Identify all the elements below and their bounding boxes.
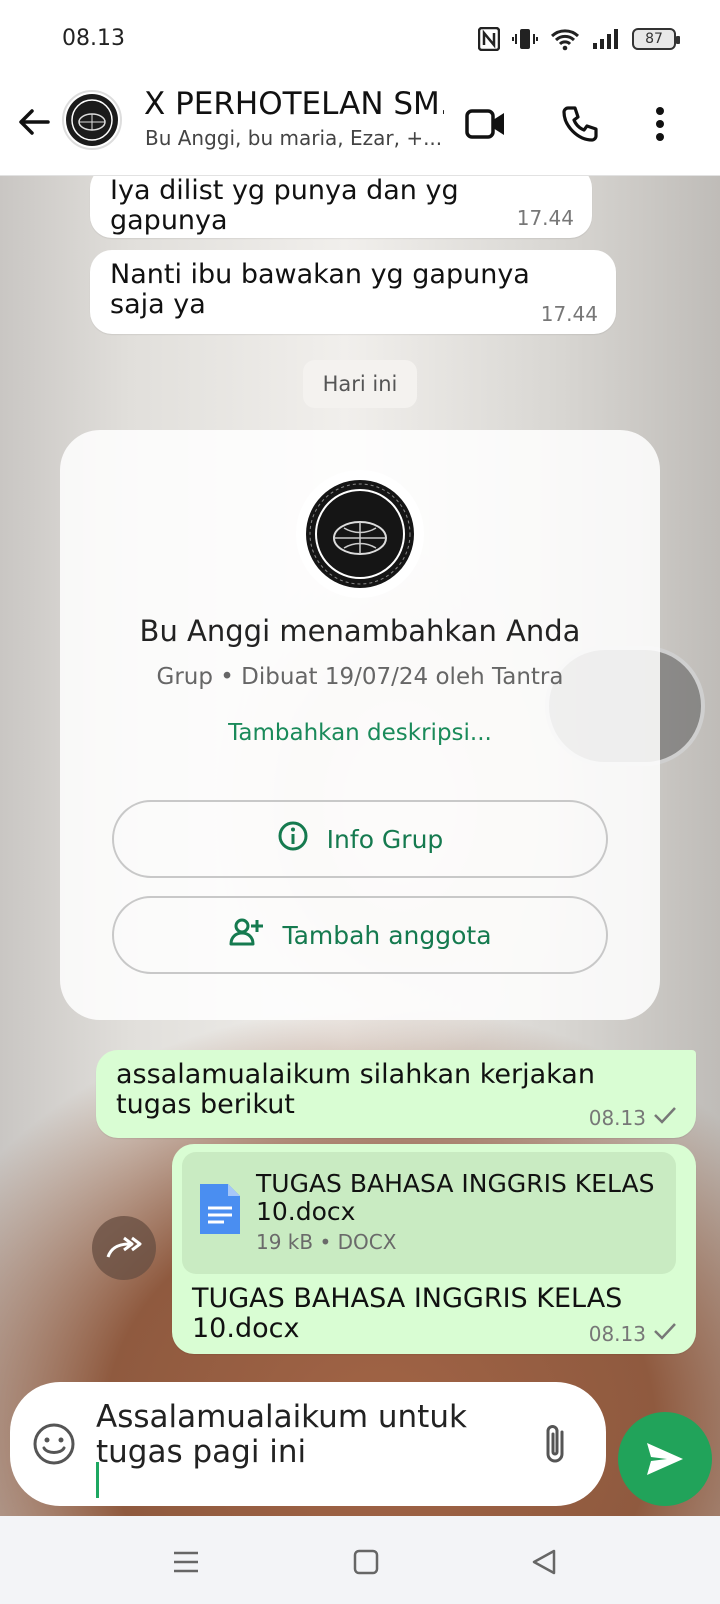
card-title: Bu Anggi menambahkan Anda	[139, 614, 581, 648]
forward-button[interactable]	[92, 1216, 156, 1280]
chat-title[interactable]: X PERHOTELAN SM...	[144, 86, 444, 122]
message-text: Iya dilist yg punya dan yg gapunya	[110, 176, 459, 236]
group-info-button[interactable]: Info Grup	[112, 800, 608, 878]
recents-icon[interactable]	[166, 1542, 206, 1582]
more-options-icon[interactable]	[636, 100, 684, 148]
battery-icon: 87	[632, 28, 680, 50]
info-icon	[277, 820, 309, 858]
message-input[interactable]: Assalamualaikum untuk tugas pagi ini	[96, 1400, 526, 1470]
chat-header: X PERHOTELAN SM... Bu Anggi, bu maria, E…	[0, 78, 720, 176]
document-meta: 19 kB • DOCX	[256, 1230, 397, 1254]
vibrate-icon	[512, 26, 538, 52]
sent-check-icon	[652, 1321, 678, 1346]
attach-icon[interactable]	[540, 1422, 580, 1466]
group-avatar[interactable]	[62, 90, 122, 150]
back-arrow-icon[interactable]	[14, 102, 54, 142]
date-separator: Hari ini	[303, 360, 417, 408]
home-icon[interactable]	[346, 1542, 386, 1582]
document-caption: TUGAS BAHASA INGGRIS KELAS 10.docx	[192, 1283, 623, 1344]
chat-area[interactable]: Iya dilist yg punya dan yg gapunya 17.44…	[0, 176, 720, 1516]
add-member-label: Tambah anggota	[282, 920, 492, 950]
message-text: Nanti ibu bawakan yg gapunya saja ya	[110, 259, 530, 320]
document-icon	[198, 1182, 242, 1236]
text-caret	[96, 1462, 99, 1498]
outgoing-message[interactable]: assalamualaikum silahkan kerjakan tugas …	[96, 1050, 696, 1138]
group-added-card: Bu Anggi menambahkan Anda Grup • Dibuat …	[60, 430, 660, 1020]
nav-back-icon[interactable]	[524, 1542, 564, 1582]
incoming-message[interactable]: Nanti ibu bawakan yg gapunya saja ya 17.…	[90, 250, 616, 334]
group-logo[interactable]	[296, 470, 424, 598]
message-time: 17.44	[516, 206, 574, 230]
add-description-link[interactable]: Tambahkan deskripsi...	[60, 720, 660, 746]
sent-check-icon	[652, 1105, 678, 1130]
nfc-icon	[478, 26, 500, 52]
add-member-button[interactable]: Tambah anggota	[112, 896, 608, 974]
outgoing-document-message[interactable]: TUGAS BAHASA INGGRIS KELAS 10.docx 19 kB…	[172, 1144, 696, 1354]
message-composer[interactable]: Assalamualaikum untuk tugas pagi ini	[10, 1382, 606, 1506]
message-time: 08.13	[588, 1105, 646, 1130]
message-meta: 08.13	[589, 1321, 678, 1346]
phone-call-icon[interactable]	[556, 100, 604, 148]
video-call-icon[interactable]	[462, 100, 510, 148]
message-meta: 08.13	[589, 1105, 678, 1130]
card-meta: Grup • Dibuat 19/07/24 oleh Tantra	[156, 664, 564, 690]
status-bar: 08.13 87	[0, 0, 720, 78]
wifi-icon	[550, 26, 580, 52]
document-attachment[interactable]: TUGAS BAHASA INGGRIS KELAS 10.docx 19 kB…	[182, 1152, 676, 1274]
status-icons: 87	[478, 26, 680, 52]
send-button[interactable]	[618, 1412, 712, 1506]
message-time: 17.44	[540, 302, 598, 326]
incoming-message[interactable]: Iya dilist yg punya dan yg gapunya 17.44	[90, 176, 592, 238]
group-info-label: Info Grup	[326, 824, 444, 854]
emoji-icon[interactable]	[32, 1422, 76, 1466]
add-person-icon	[228, 916, 264, 954]
message-time: 08.13	[588, 1321, 646, 1346]
system-nav-bar	[0, 1516, 720, 1604]
chat-participants[interactable]: Bu Anggi, bu maria, Ezar, +...	[145, 126, 445, 150]
document-name: TUGAS BAHASA INGGRIS KELAS 10.docx	[256, 1169, 655, 1226]
signal-icon	[592, 26, 620, 52]
status-time: 08.13	[62, 26, 125, 51]
message-text: assalamualaikum silahkan kerjakan tugas …	[116, 1059, 595, 1120]
